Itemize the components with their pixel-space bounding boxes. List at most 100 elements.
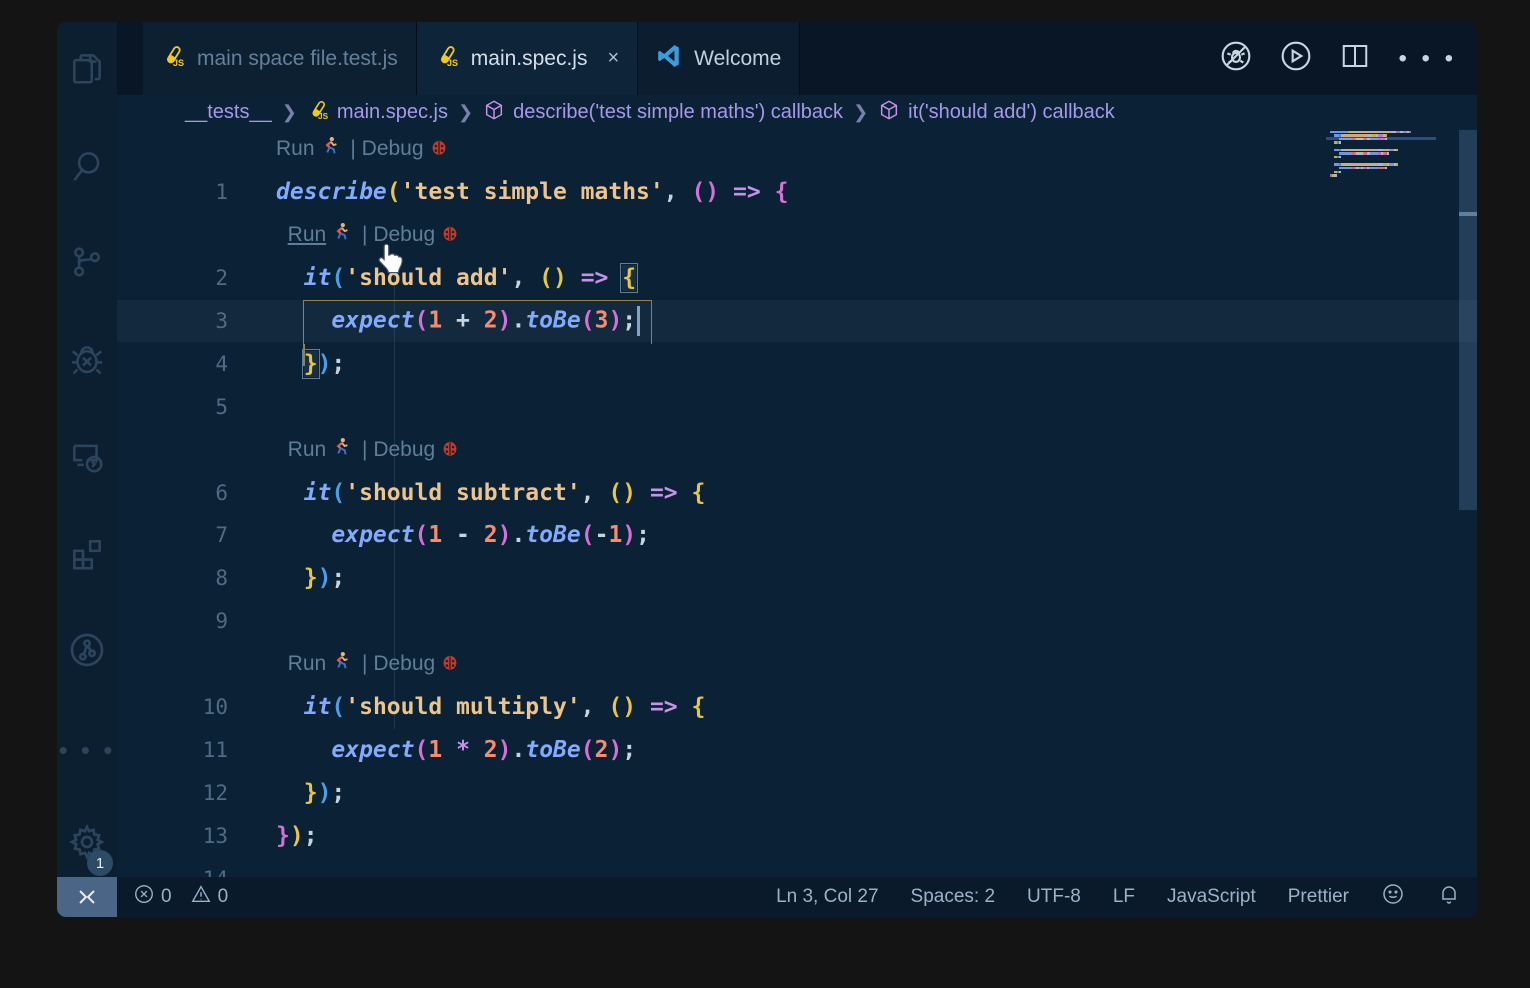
chevron-right-icon: ❯ bbox=[282, 102, 297, 123]
source-control-icon[interactable] bbox=[57, 234, 117, 290]
line-number: 13 bbox=[117, 824, 228, 848]
notifications-bell-icon[interactable] bbox=[1437, 882, 1461, 912]
close-tab-icon[interactable]: × bbox=[607, 47, 619, 70]
ladybug-emoji-icon bbox=[435, 650, 465, 678]
explorer-icon[interactable] bbox=[57, 40, 117, 96]
code-text: it('should add', () => { bbox=[276, 265, 636, 291]
remote-indicator[interactable] bbox=[57, 877, 117, 917]
code-line: 8 }); bbox=[117, 557, 1477, 600]
code-line: 12 }); bbox=[117, 771, 1477, 814]
codelens-debug-link[interactable]: Debug bbox=[373, 652, 435, 676]
line-number: 12 bbox=[117, 781, 228, 805]
code-line: 9 bbox=[117, 600, 1477, 643]
ladybug-emoji-icon bbox=[435, 221, 465, 249]
line-number: 8 bbox=[117, 566, 228, 590]
breadcrumb-symbol-it[interactable]: it('should add') callback bbox=[878, 99, 1115, 127]
indentation-setting[interactable]: Spaces: 2 bbox=[911, 886, 996, 908]
code-line: 4 }); bbox=[117, 342, 1477, 385]
more-actions-icon[interactable]: • • • bbox=[1398, 45, 1457, 73]
line-number: 10 bbox=[117, 695, 228, 719]
mouse-hand-cursor bbox=[375, 242, 405, 279]
vscode-logo-icon bbox=[656, 43, 682, 75]
encoding[interactable]: UTF-8 bbox=[1027, 886, 1081, 908]
code-line: 11 expect(1 * 2).toBe(2); bbox=[117, 728, 1477, 771]
tab-label: Welcome bbox=[694, 47, 781, 71]
warnings-indicator[interactable]: 0 bbox=[190, 883, 229, 911]
js-test-file-icon: JS bbox=[161, 44, 185, 74]
language-mode[interactable]: JavaScript bbox=[1167, 886, 1256, 908]
tab-welcome[interactable]: Welcome bbox=[638, 22, 800, 95]
line-number: 1 bbox=[117, 180, 228, 204]
cursor-position[interactable]: Ln 3, Col 27 bbox=[776, 886, 878, 908]
text-cursor bbox=[637, 306, 640, 336]
code-line: 13}); bbox=[117, 814, 1477, 857]
code-text: }); bbox=[276, 351, 345, 377]
tab-label: main.spec.js bbox=[471, 47, 588, 71]
search-icon[interactable] bbox=[57, 138, 117, 194]
codelens-row: Run | Debug bbox=[117, 214, 1477, 257]
tab-main-space-file[interactable]: JS main space file.test.js bbox=[143, 22, 417, 95]
code-line: 3 expect(1 + 2).toBe(3); bbox=[117, 300, 1477, 343]
breadcrumb-symbol-describe[interactable]: describe('test simple maths') callback bbox=[483, 99, 843, 127]
vertical-scrollbar[interactable] bbox=[1459, 130, 1477, 877]
code-line: 7 expect(1 - 2).toBe(-1); bbox=[117, 514, 1477, 557]
codelens-run-link[interactable]: Run bbox=[288, 223, 327, 247]
line-number: 2 bbox=[117, 266, 228, 290]
gitlens-icon[interactable] bbox=[57, 622, 117, 678]
line-number: 11 bbox=[117, 738, 228, 762]
tab-main-spec[interactable]: JS main.spec.js × bbox=[417, 22, 638, 95]
run-or-debug-icon[interactable] bbox=[1280, 40, 1312, 77]
codelens-run-link[interactable]: Run bbox=[288, 652, 327, 676]
svg-text:JS: JS bbox=[173, 58, 184, 68]
codelens-row: Run | Debug bbox=[117, 643, 1477, 686]
code-text: expect(1 - 2).toBe(-1); bbox=[276, 522, 650, 548]
code-text: it('should multiply', () => { bbox=[276, 694, 705, 720]
code-line: 2 it('should add', () => { bbox=[117, 257, 1477, 300]
more-views-icon[interactable]: • • • bbox=[57, 722, 117, 778]
ladybug-emoji-icon bbox=[424, 135, 454, 163]
codelens-debug-link[interactable]: Debug bbox=[373, 438, 435, 462]
chevron-right-icon: ❯ bbox=[853, 102, 868, 123]
code-line: 5 bbox=[117, 385, 1477, 428]
code-text: }); bbox=[276, 565, 345, 591]
minimap[interactable] bbox=[1330, 130, 1458, 877]
eol-sequence[interactable]: LF bbox=[1113, 886, 1135, 908]
formatter[interactable]: Prettier bbox=[1288, 886, 1349, 908]
extensions-icon[interactable] bbox=[57, 526, 117, 582]
breadcrumb-folder[interactable]: __tests__ bbox=[185, 101, 272, 124]
svg-text:JS: JS bbox=[318, 112, 329, 121]
svg-text:JS: JS bbox=[447, 58, 458, 68]
js-test-file-icon: JS bbox=[435, 44, 459, 74]
editor-actions: • • • bbox=[1220, 22, 1469, 95]
line-number: 4 bbox=[117, 352, 228, 376]
code-line: 14 bbox=[117, 857, 1477, 877]
codelens-run-link[interactable]: Run bbox=[288, 438, 327, 462]
error-circle-icon bbox=[133, 883, 155, 911]
symbol-cube-icon bbox=[483, 99, 505, 127]
code-editor[interactable]: Run | Debug1describe('test simple maths'… bbox=[117, 130, 1477, 877]
code-text: expect(1 + 2).toBe(3); bbox=[276, 306, 640, 336]
remote-explorer-icon[interactable] bbox=[57, 429, 117, 485]
errors-indicator[interactable]: 0 bbox=[133, 883, 172, 911]
codelens-debug-link[interactable]: Debug bbox=[362, 137, 424, 161]
line-number: 3 bbox=[117, 309, 228, 333]
status-bar: 0 0 Ln 3, Col 27 Spaces: 2 UTF-8 LF Java… bbox=[57, 877, 1477, 917]
codelens-row: Run | Debug bbox=[117, 428, 1477, 471]
codelens-run-link[interactable]: Run bbox=[276, 137, 315, 161]
scrollbar-thumb[interactable] bbox=[1459, 130, 1477, 510]
symbol-cube-icon bbox=[878, 99, 900, 127]
runner-emoji-icon bbox=[326, 650, 356, 678]
runner-emoji-icon bbox=[326, 221, 356, 249]
settings-gear-icon[interactable]: 1 bbox=[57, 814, 117, 870]
code-line: 10 it('should multiply', () => { bbox=[117, 686, 1477, 729]
warning-triangle-icon bbox=[190, 883, 212, 911]
code-text: }); bbox=[276, 780, 345, 806]
breadcrumb-file[interactable]: JS main.spec.js bbox=[307, 99, 448, 127]
split-editor-icon[interactable] bbox=[1340, 41, 1370, 76]
feedback-smiley-icon[interactable] bbox=[1381, 882, 1405, 912]
vscode-window: • • • 1 JS main space file.test.js JS ma… bbox=[57, 22, 1477, 917]
debug-bug-x-icon[interactable] bbox=[57, 332, 117, 388]
code-line: 6 it('should subtract', () => { bbox=[117, 471, 1477, 514]
js-test-file-icon: JS bbox=[307, 99, 329, 127]
run-tests-disabled-icon[interactable] bbox=[1220, 40, 1252, 77]
